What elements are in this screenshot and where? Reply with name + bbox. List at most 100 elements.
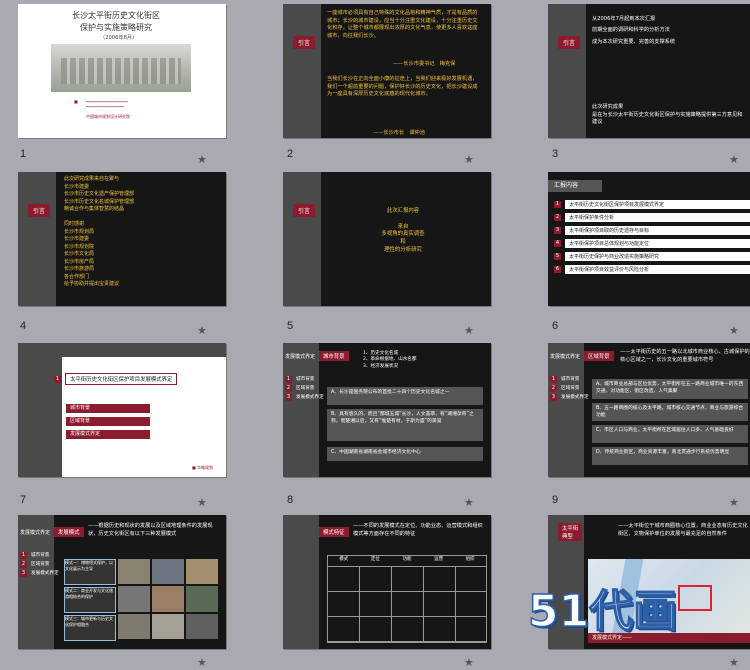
slide-7-sub-2: 区域背景 xyxy=(66,417,150,426)
agenda-item: 太平街保护条件分析 xyxy=(565,213,750,222)
slide-thumb-2[interactable]: 引言 一座城市必须具有自己特殊的文化品格和精神气质，才是有品质的城市；长沙的城市… xyxy=(283,4,491,138)
slide-12-transition-icon[interactable]: ★ xyxy=(729,656,739,669)
slide-10-caption-1: 模式一：博物馆式保护，以文化展示为主导 xyxy=(64,559,116,585)
slide-3-text1: 从2006年7月起到本次汇报 前期全面的调研和科学的分析方法 成为本次研究重要、… xyxy=(592,16,676,45)
slide-2-sign1: ——长沙市委书记 梅克保 xyxy=(393,61,456,67)
slide-number-9: 9 xyxy=(552,494,559,506)
slide-10-transition-icon[interactable]: ★ xyxy=(197,656,207,669)
slide-9-tab2: 区域背景 xyxy=(584,351,614,361)
slide-8-block-c: C、中国湖南省湖南省会城市经济文化中心 xyxy=(327,447,483,461)
slide-1-logo-text: 中国城市规划设计研究院 xyxy=(86,114,130,119)
slide-number-3: 3 xyxy=(552,148,559,160)
slide-number-4: 4 xyxy=(20,320,27,332)
slide-1-title: 长沙太平街历史文化街区 保护与实施策略研究 xyxy=(72,11,160,32)
slide-9-block-c: C、市区人口与商业，太平街所在区域居住人口多、人气基础良好 xyxy=(592,425,748,443)
slide-7-heading: 太平街历史文化街区保护项目发展模式界定 xyxy=(65,373,178,385)
agenda-item: 太平街保护项目总体规划与功能定位 xyxy=(565,239,750,248)
slide-6-rows: 1 太平街历史文化街区保护项目发展模式界定 2 太平街保护条件分析 3 太平街保护项目… xyxy=(554,200,750,278)
slide-2-text1: 一座城市必须具有自己特殊的文化品格和精神气质，才是有品质的城市；长沙的城市建设，… xyxy=(327,10,478,39)
slide-number-7: 7 xyxy=(20,494,27,506)
slide-4-transition-icon[interactable]: ★ xyxy=(197,324,207,337)
slide-thumb-5[interactable]: 引言 此次汇报内容 来自 多视角的真实调查 和 理性的分析研究 xyxy=(283,172,491,306)
slide-9-block-b: B、五一路商圈的核心及太平路，城市核心交通节点、商业与旅游综合功能 xyxy=(592,403,748,421)
slide-2-sign2: ——长沙市长 谭仲池 xyxy=(373,130,425,136)
bullet-item: 经济发展状况 xyxy=(370,363,399,369)
slide-12-tab1: 太平街 典型 xyxy=(558,523,583,541)
slide-10-intro: ——根据历史和现状的发展以及区域地理条件的发展现状，历史文化街区有以下三种发展模… xyxy=(88,523,213,537)
slide-8-block-b: B、具有悠久的、而且“都城五城”长沙，人文荟萃、有“湖湘孕育”之称，而楚湘以后，… xyxy=(327,409,483,441)
side-nav-item[interactable]: 区域背景 xyxy=(31,562,49,567)
agenda-item: 太平街保护项目效益评价与风险分析 xyxy=(565,265,750,274)
slide-6-transition-icon[interactable]: ★ xyxy=(729,324,739,337)
slide-12-intro: ——太平街位于城市商圈核心位置，商业业态有历史文化街区、文物保护单位的发展与最充… xyxy=(618,523,748,537)
table-header-cell: 定位 xyxy=(370,557,380,562)
slide-10-caption-2: 模式二：商业开发与文化旅游相结合的保护 xyxy=(64,587,116,613)
slide-number-6: 6 xyxy=(552,320,559,332)
slide-thumb-4[interactable]: 引言 此次研究成果来自在聚与 长沙市建委 长沙市历史文化遗产保护管理部 长沙市历… xyxy=(18,172,226,306)
slide-10-tab1: 发展模式界定 xyxy=(20,530,51,536)
slide-thumb-8[interactable]: 发展模式界定 城市背景 1 城市背景 2 区域背景 3 发展模式界定 1、历史文化名城… xyxy=(283,343,491,477)
side-nav-item[interactable]: 城市背景 xyxy=(296,377,314,382)
side-nav-item[interactable]: 发展模式界定 xyxy=(296,395,324,400)
slide-number-8: 8 xyxy=(287,494,294,506)
slide-2-text2: 当我们长沙在正向全面小康的征途上，当我们迎来极好发展机遇，我们一个超前重要的问题… xyxy=(327,76,478,98)
slide-7-sub-3: 发展模式界定 xyxy=(66,430,150,439)
agenda-item: 太平街历史保护与商业改造实施策略研究 xyxy=(565,252,750,261)
slide-8-tab2: 城市背景 xyxy=(319,351,349,361)
side-nav-item[interactable]: 区域背景 xyxy=(296,386,314,391)
slide-9-tab1: 发展模式界定 xyxy=(550,354,581,360)
table-header-cell: 运营 xyxy=(434,557,444,562)
slide-4-text: 此次研究成果来自在聚与 长沙市建委 长沙市历史文化遗产保护管理部 长沙市历史文化… xyxy=(64,176,135,287)
agenda-item: 太平街历史文化街区保护项目发展模式界定 xyxy=(565,200,750,209)
side-nav-item[interactable]: 发展模式界定 xyxy=(561,395,589,400)
slide-thumb-7[interactable]: 1 太平街历史文化街区保护项目发展模式界定 城市背景 区域背景 发展模式界定 ■… xyxy=(18,343,226,477)
photo-grid xyxy=(118,559,218,639)
slide-number-2: 2 xyxy=(287,148,294,160)
table-header-cell: 模式 xyxy=(339,557,349,562)
slide-number-5: 5 xyxy=(287,320,294,332)
slide-11-tab1: 模式特征 xyxy=(319,527,349,537)
slide-5-tag: 引言 xyxy=(293,204,316,217)
slide-10-caption-3: 模式三：城市更新与历史文化保护相融合 xyxy=(64,615,116,641)
slide-6-header: 汇报内容 xyxy=(548,180,602,192)
slide-3-text2: 此次研究成果 是在为长沙太平街历史文化街区保护与实施策略提供第三方意见和建议 xyxy=(592,104,743,126)
slide-thumb-10[interactable]: 发展模式界定 发展模式 ——根据历史和现状的发展以及区域地理条件的发展现状，历史… xyxy=(18,515,226,649)
slide-thumb-9[interactable]: 发展模式界定 区域背景 ——太平街历史的五一路以北城市商业核心、古城保护的核心区… xyxy=(548,343,750,477)
slide-7-transition-icon[interactable]: ★ xyxy=(197,496,207,509)
slide-7-sub-1: 城市背景 xyxy=(66,404,150,413)
slide-thumb-11[interactable]: 模式特征 ——不同的发展模式在定位、功能业态、运营模式和组织模式等方面存在不同的… xyxy=(283,515,491,649)
slide-8-transition-icon[interactable]: ★ xyxy=(464,496,474,509)
slide-thumb-6[interactable]: 汇报内容 1 太平街历史文化街区保护项目发展模式界定 2 太平街保护条件分析 3 太平… xyxy=(548,172,750,306)
table-header-cell: 组织 xyxy=(465,557,475,562)
slide-thumb-1[interactable]: 长沙太平街历史文化街区 保护与实施策略研究 （2006年8月） ■ 中国城市规划… xyxy=(18,4,226,138)
bullet-item: 历史文化名城 xyxy=(370,351,399,356)
site-watermark: 51代画 xyxy=(527,585,678,638)
cover-aerial-image xyxy=(51,44,191,92)
slide-11-transition-icon[interactable]: ★ xyxy=(464,656,474,669)
table-header-cell: 功能 xyxy=(402,557,412,562)
slide-thumb-3[interactable]: 引言 从2006年7月起到本次汇报 前期全面的调研和科学的分析方法 成为本次研究… xyxy=(548,4,750,138)
side-nav-item[interactable]: 发展模式界定 xyxy=(31,571,59,576)
side-nav-item[interactable]: 城市背景 xyxy=(31,553,49,558)
slide-8-block-a: A、长沙是国务院公布的首批二十四个历史文化名城之一 xyxy=(327,387,483,405)
slide-3-transition-icon[interactable]: ★ xyxy=(729,153,739,166)
slide-number-1: 1 xyxy=(20,148,27,160)
bullet-item: 革命根据地、山水名都 xyxy=(370,357,417,363)
model-table: 模式 定位 功能 运营 组织 xyxy=(327,555,487,643)
slide-2-transition-icon[interactable]: ★ xyxy=(464,153,474,166)
slide-5-text: 此次汇报内容 来自 多视角的真实调查 和 理性的分析研究 xyxy=(381,208,425,254)
slide-4-tag: 引言 xyxy=(28,204,51,217)
slide-9-transition-icon[interactable]: ★ xyxy=(729,496,739,509)
slide-10-tab2: 发展模式 xyxy=(54,527,84,537)
slide-1-logo: ■ xyxy=(74,99,78,104)
side-nav-item[interactable]: 城市背景 xyxy=(561,377,579,382)
slide-2-tag: 引言 xyxy=(293,36,316,49)
slide-1-date: （2006年8月） xyxy=(100,35,138,41)
slide-1-transition-icon[interactable]: ★ xyxy=(197,153,207,166)
slide-3-tag: 引言 xyxy=(558,36,581,49)
side-nav-item[interactable]: 区域背景 xyxy=(561,386,579,391)
slide-5-transition-icon[interactable]: ★ xyxy=(464,324,474,337)
slide-7-logo: ■ 华略规划 xyxy=(192,465,214,470)
slide-9-intro: ——太平街历史的五一路以北城市商业核心、古城保护的核心区域之一，长沙文化的重要城… xyxy=(620,349,750,363)
slide-9-block-d: D、传统商业街区，商业资源丰富，南北贯通步行系统优势明显 xyxy=(592,447,748,465)
